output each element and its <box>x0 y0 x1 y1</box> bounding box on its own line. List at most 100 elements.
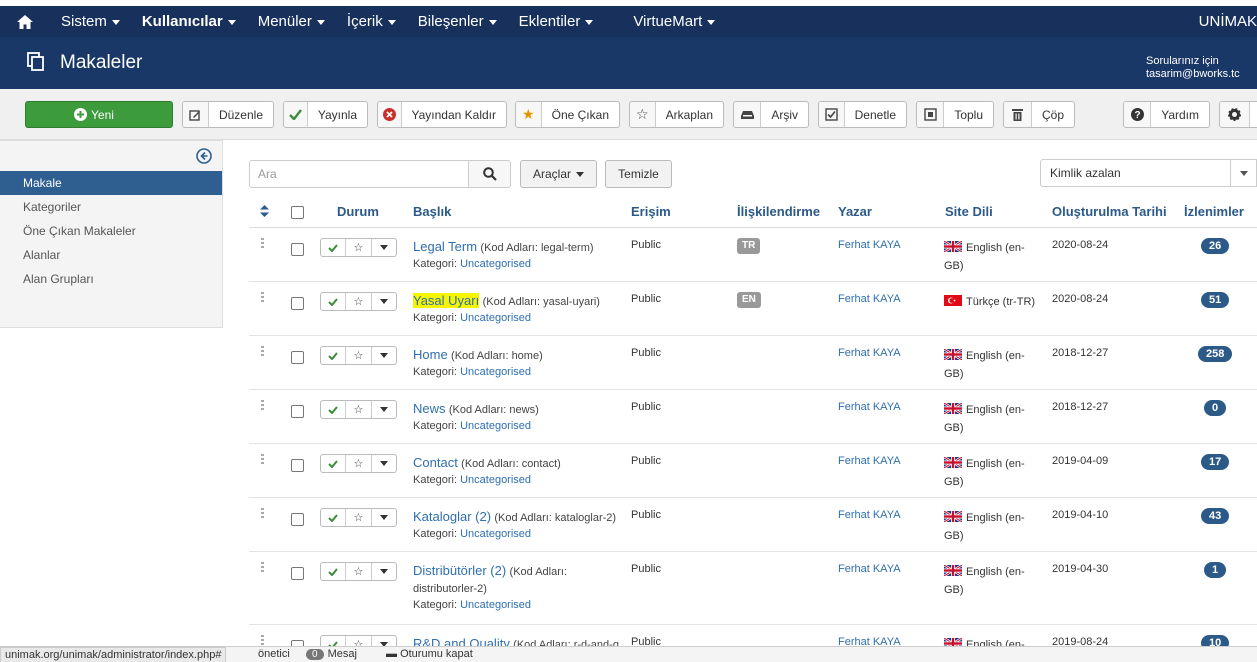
category-link[interactable]: Uncategorised <box>460 474 531 486</box>
batch-button[interactable]: Toplu <box>916 101 994 128</box>
new-button[interactable]: Yeni <box>25 101 173 128</box>
nav-item-6[interactable]: VirtueMart <box>622 13 726 30</box>
column-access[interactable]: Erişim <box>631 204 671 219</box>
published-toggle[interactable] <box>321 239 347 256</box>
published-toggle[interactable] <box>321 401 347 418</box>
sort-select[interactable]: Kimlik azalan <box>1040 159 1257 187</box>
featured-toggle[interactable]: ☆ <box>346 509 372 526</box>
row-checkbox[interactable] <box>291 243 304 256</box>
featured-toggle[interactable]: ☆ <box>346 239 372 256</box>
published-toggle[interactable] <box>321 347 347 364</box>
unfeature-button[interactable]: ☆ Arkaplan <box>629 101 724 128</box>
select-all-checkbox[interactable] <box>291 206 304 219</box>
row-actions-dropdown[interactable] <box>372 401 396 418</box>
sidebar-item-3[interactable]: Alanlar <box>0 243 222 267</box>
author-link[interactable]: Ferhat KAYA <box>838 455 901 467</box>
nav-item-3[interactable]: İçerik <box>336 13 407 30</box>
row-checkbox[interactable] <box>291 297 304 310</box>
sidebar-item-1[interactable]: Kategoriler <box>0 195 222 219</box>
drag-handle-icon[interactable] <box>261 508 265 520</box>
sidebar-item-2[interactable]: Öne Çıkan Makaleler <box>0 219 222 243</box>
search-button[interactable] <box>468 160 511 188</box>
nav-item-4[interactable]: Bileşenler <box>407 13 508 30</box>
help-button[interactable]: ? Yardım <box>1123 101 1210 128</box>
home-link[interactable] <box>0 14 50 30</box>
column-status[interactable]: Durum <box>337 204 379 219</box>
featured-toggle[interactable]: ☆ <box>346 563 372 580</box>
author-link[interactable]: Ferhat KAYA <box>838 347 901 359</box>
published-toggle[interactable] <box>321 455 347 472</box>
featured-toggle[interactable]: ☆ <box>346 293 372 310</box>
drag-handle-icon[interactable] <box>261 238 265 250</box>
column-created[interactable]: Oluşturulma Tarihi <box>1052 204 1167 219</box>
row-actions-dropdown[interactable] <box>372 455 396 472</box>
visitors-label[interactable]: önetici <box>258 648 290 660</box>
row-actions-dropdown[interactable] <box>372 509 396 526</box>
article-title-link[interactable]: Contact <box>413 455 458 470</box>
article-title-link[interactable]: News <box>413 401 446 416</box>
category-link[interactable]: Uncategorised <box>460 420 531 432</box>
column-association[interactable]: İlişkilendirme <box>737 204 820 219</box>
collapse-sidebar-icon[interactable] <box>196 148 212 164</box>
featured-toggle[interactable]: ☆ <box>346 455 372 472</box>
row-actions-dropdown[interactable] <box>372 293 396 310</box>
unpublish-button[interactable]: Yayından Kaldır <box>377 101 507 128</box>
nav-item-0[interactable]: Sistem <box>50 13 131 30</box>
search-input[interactable] <box>249 160 469 188</box>
article-title-link[interactable]: Yasal Uyarı <box>413 293 480 308</box>
row-checkbox[interactable] <box>291 567 304 580</box>
sort-ordering-icon[interactable] <box>260 205 269 217</box>
category-link[interactable]: Uncategorised <box>460 258 531 270</box>
row-actions-dropdown[interactable] <box>372 347 396 364</box>
trash-button[interactable]: Çöp <box>1003 101 1075 128</box>
drag-handle-icon[interactable] <box>261 346 265 358</box>
featured-toggle[interactable]: ☆ <box>346 347 372 364</box>
archive-button[interactable]: Arşiv <box>733 101 809 128</box>
nav-item-2[interactable]: Menüler <box>247 13 336 30</box>
publish-button[interactable]: Yayınla <box>283 101 368 128</box>
row-checkbox[interactable] <box>291 405 304 418</box>
nav-item-5[interactable]: Eklentiler <box>508 13 605 30</box>
article-title-link[interactable]: Legal Term <box>413 239 477 254</box>
messages-link[interactable]: 0 Mesaj <box>306 648 357 660</box>
clear-button[interactable]: Temizle <box>605 160 672 188</box>
drag-handle-icon[interactable] <box>261 562 265 574</box>
row-actions-dropdown[interactable] <box>372 239 396 256</box>
column-language[interactable]: Site Dili <box>945 204 993 219</box>
category-link[interactable]: Uncategorised <box>460 366 531 378</box>
category-link[interactable]: Uncategorised <box>460 599 531 611</box>
site-brand[interactable]: UNİMAK <box>1199 13 1257 30</box>
tools-button[interactable]: Araçlar <box>520 160 597 188</box>
logout-link[interactable]: ▬ Oturumu kapat <box>386 648 473 660</box>
published-toggle[interactable] <box>321 563 347 580</box>
article-title-link[interactable]: Distribütörler (2) <box>413 563 506 578</box>
sidebar-item-0[interactable]: Makale <box>0 171 222 195</box>
column-hits[interactable]: İzlenimler <box>1184 204 1244 219</box>
featured-toggle[interactable]: ☆ <box>346 401 372 418</box>
feature-button[interactable]: ★ Öne Çıkan <box>515 101 620 128</box>
author-link[interactable]: Ferhat KAYA <box>838 509 901 521</box>
edit-button[interactable]: Düzenle <box>182 101 274 128</box>
author-link[interactable]: Ferhat KAYA <box>838 563 901 575</box>
published-toggle[interactable] <box>321 509 347 526</box>
drag-handle-icon[interactable] <box>261 292 265 304</box>
article-title-link[interactable]: Home <box>413 347 448 362</box>
row-checkbox[interactable] <box>291 351 304 364</box>
association-badge[interactable]: TR <box>737 238 761 254</box>
drag-handle-icon[interactable] <box>261 454 265 466</box>
row-checkbox[interactable] <box>291 513 304 526</box>
category-link[interactable]: Uncategorised <box>460 528 531 540</box>
category-link[interactable]: Uncategorised <box>460 312 531 324</box>
sidebar-item-4[interactable]: Alan Grupları <box>0 267 222 291</box>
column-title[interactable]: Başlık <box>413 204 451 219</box>
author-link[interactable]: Ferhat KAYA <box>838 239 901 251</box>
options-button[interactable] <box>1219 101 1257 128</box>
checkin-button[interactable]: Denetle <box>818 101 907 128</box>
drag-handle-icon[interactable] <box>261 400 265 412</box>
row-checkbox[interactable] <box>291 459 304 472</box>
author-link[interactable]: Ferhat KAYA <box>838 401 901 413</box>
nav-item-1[interactable]: Kullanıcılar <box>131 13 247 30</box>
author-link[interactable]: Ferhat KAYA <box>838 293 901 305</box>
article-title-link[interactable]: Kataloglar (2) <box>413 509 491 524</box>
row-actions-dropdown[interactable] <box>372 563 396 580</box>
